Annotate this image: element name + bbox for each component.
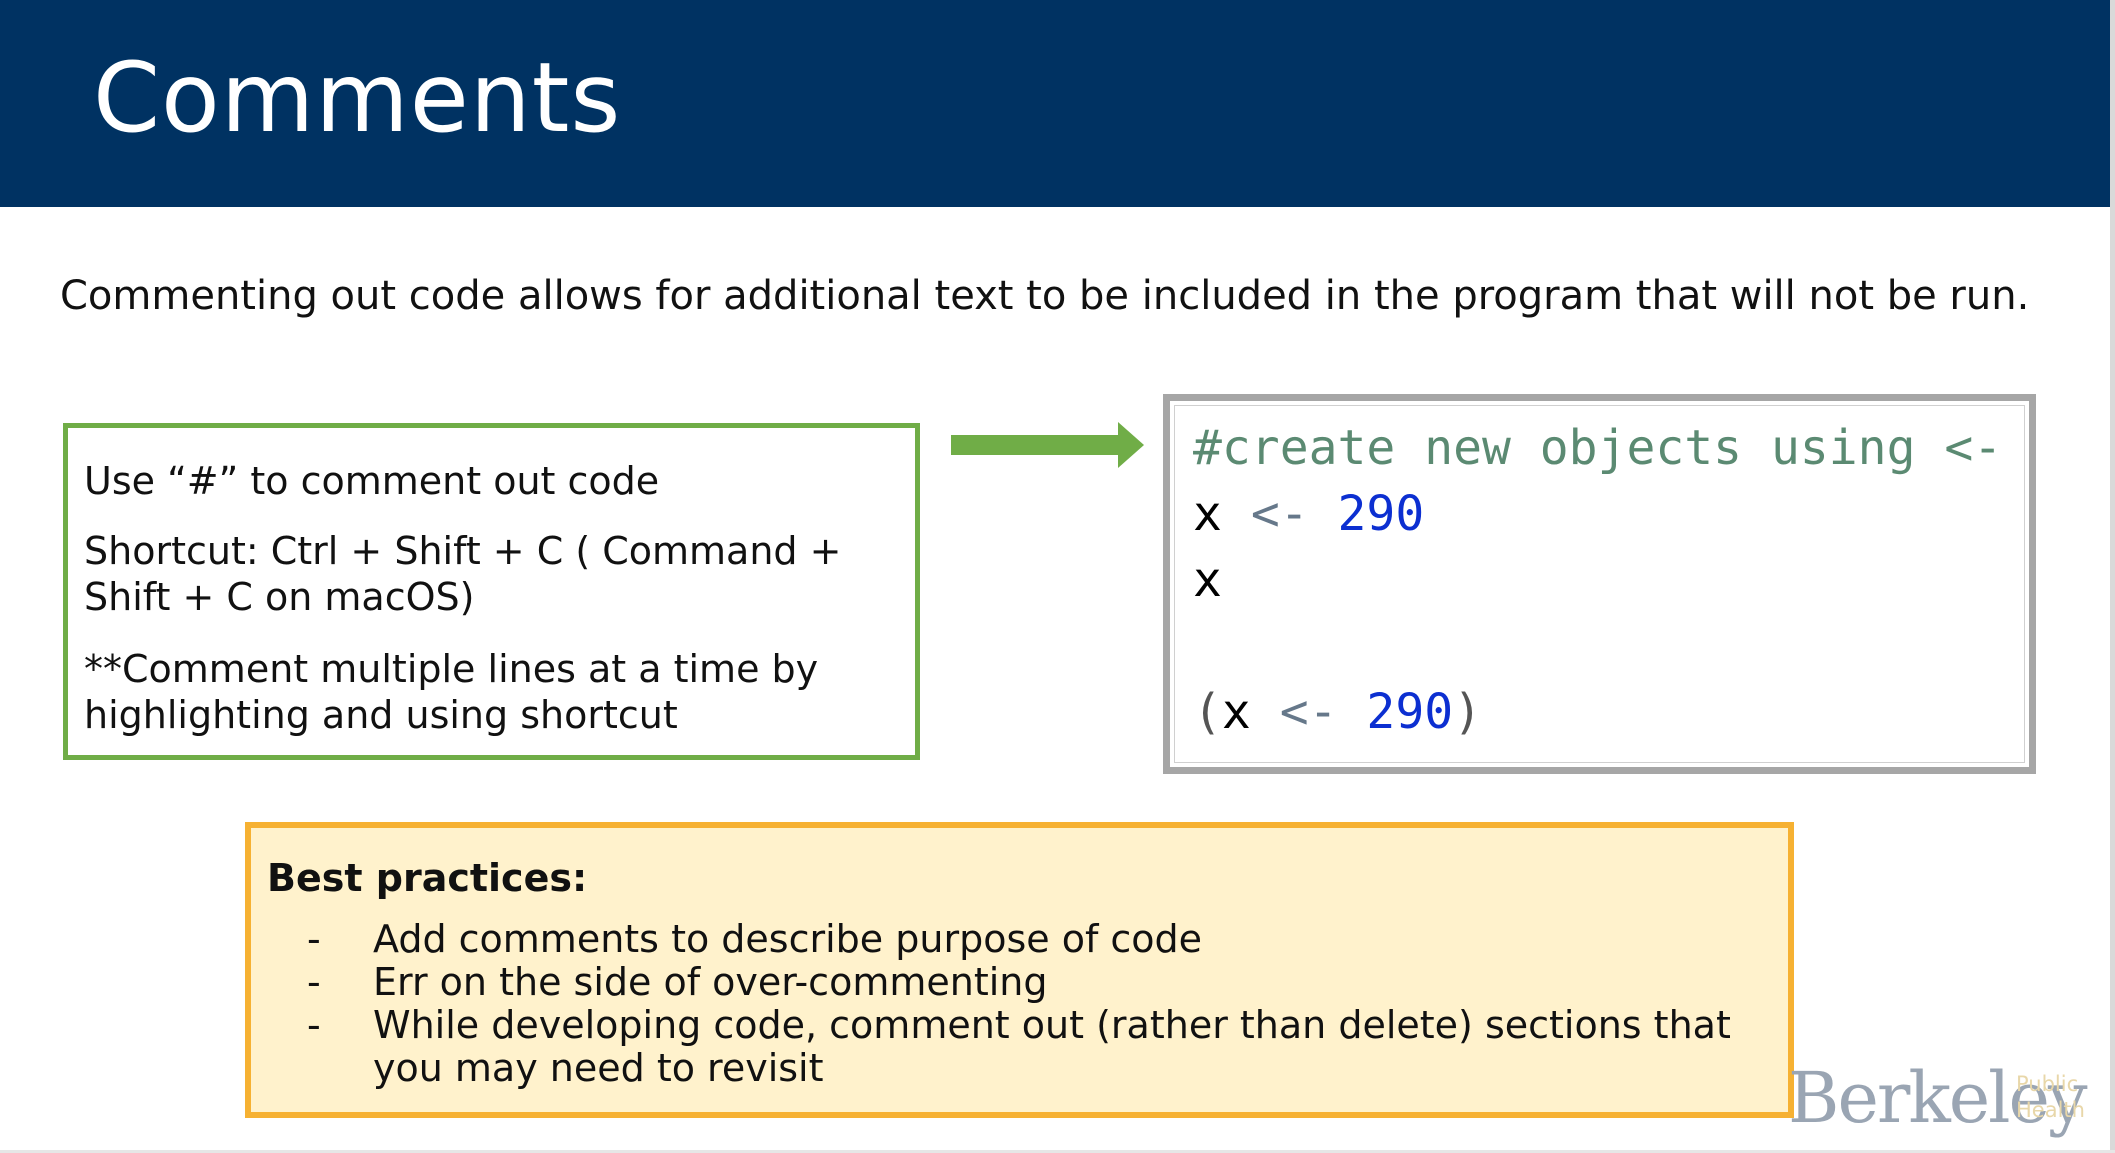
berkeley-public-health-logo: Berkeley Public Health [1788,1058,2088,1138]
intro-text: Commenting out code allows for additiona… [60,273,2030,319]
code-number: 290 [1366,684,1454,740]
right-arrow-icon [951,422,1144,468]
code-assign-operator: <- [1250,486,1309,542]
code-line-assign-print: (x <- 290) [1193,682,1482,742]
bullet-dash: - [307,1003,321,1047]
code-variable: x [1193,552,1222,608]
code-line-assign: x <- 290 [1193,484,1424,544]
instruction-multiline: **Comment multiple lines at a time by hi… [84,647,819,737]
slide: Comments Commenting out code allows for … [0,0,2115,1153]
code-variable: x [1221,684,1251,740]
list-item-text: Add comments to describe purpose of code [373,917,1203,961]
code-line-comment: #create new objects using <- [1193,418,2002,478]
code-variable: x [1193,486,1222,542]
list-item: - While developing code, comment out (ra… [251,1004,1791,1090]
best-practices-title: Best practices: [267,856,588,900]
code-example-box: #create new objects using <- x <- 290 x … [1163,394,2036,774]
instructions-box: Use “#” to comment out code Shortcut: Ct… [63,423,920,760]
logo-subtitle-line1: Public [2016,1072,2079,1096]
slide-title: Comments [93,42,622,154]
code-editor-pane: #create new objects using <- x <- 290 x … [1174,405,2025,763]
instruction-shortcut: Shortcut: Ctrl + Shift + C ( Command + S… [84,529,842,619]
code-comment: #create new objects using <- [1193,420,2003,476]
list-item: - Add comments to describe purpose of co… [251,918,1791,961]
list-item-text: Err on the side of over-commenting [373,960,1048,1004]
list-item-text: While developing code, comment out (rath… [373,1003,1731,1090]
title-bar: Comments [0,0,2110,207]
code-close-paren: ) [1453,684,1483,740]
slide-right-edge [2110,0,2115,1153]
logo-subtitle: Public Health [2016,1071,2085,1123]
best-practices-list: - Add comments to describe purpose of co… [251,918,1791,1090]
code-assign-operator: <- [1279,684,1338,740]
logo-subtitle-line2: Health [2016,1098,2085,1122]
code-line-print: x [1193,550,1222,610]
list-item: - Err on the side of over-commenting [251,961,1791,1004]
code-number: 290 [1337,486,1425,542]
bullet-dash: - [307,917,321,961]
bullet-dash: - [307,960,321,1004]
instruction-hash: Use “#” to comment out code [84,459,660,503]
best-practices-box: Best practices: - Add comments to descri… [245,822,1794,1118]
code-open-paren: ( [1193,684,1222,740]
